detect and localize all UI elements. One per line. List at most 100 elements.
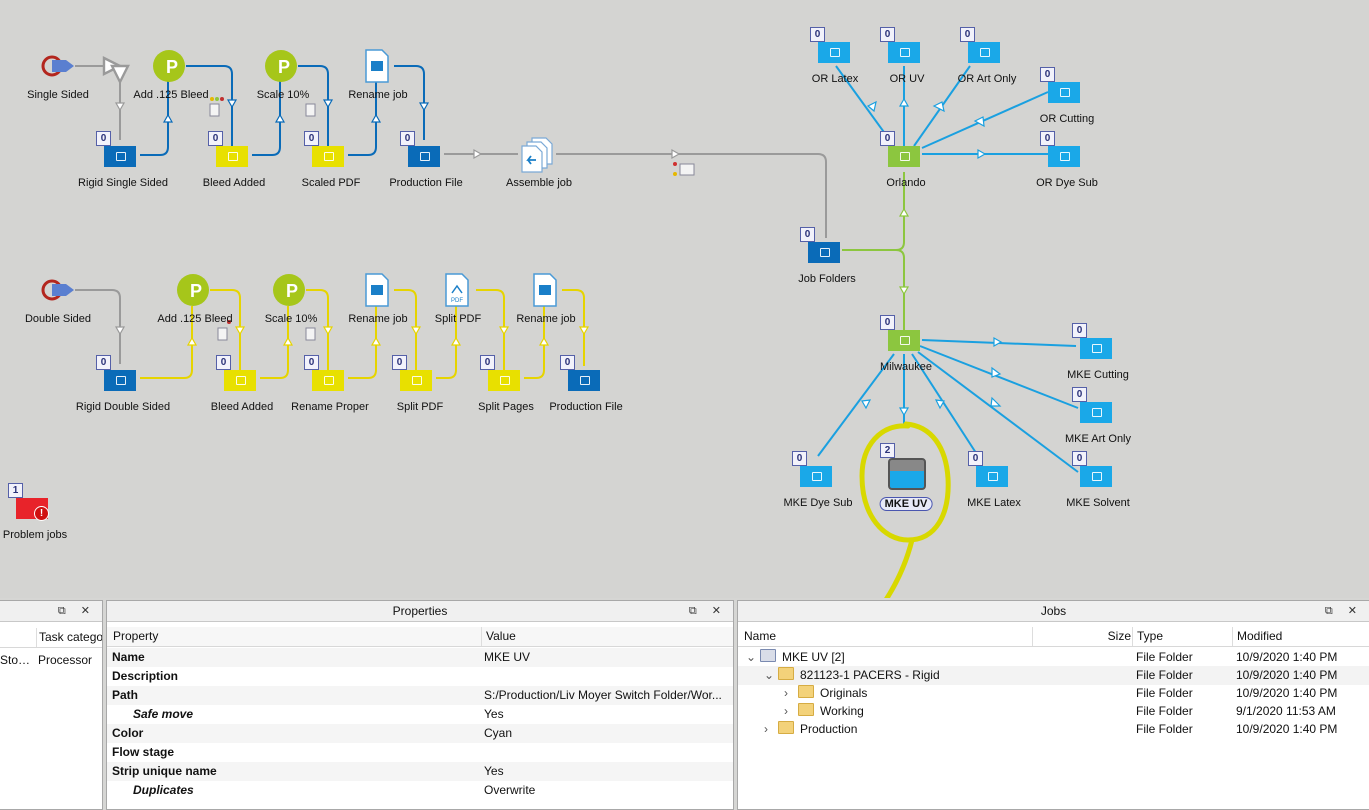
- folder-or-art-only[interactable]: [968, 42, 1000, 63]
- folder-or-uv[interactable]: [888, 42, 920, 63]
- node-label-rename-job-2[interactable]: Rename job: [348, 313, 407, 325]
- folder-rename-proper[interactable]: [312, 370, 344, 391]
- folder-split-pages[interactable]: [488, 370, 520, 391]
- expand-chevron-icon[interactable]: ⌄: [764, 666, 778, 685]
- node-label-mke-cutting[interactable]: MKE Cutting: [1067, 369, 1129, 381]
- col-modified[interactable]: Modified: [1232, 627, 1369, 646]
- node-label-rename-proper[interactable]: Rename Proper: [291, 401, 369, 413]
- expand-chevron-icon[interactable]: ⌄: [746, 648, 760, 667]
- property-row[interactable]: Color Cyan: [107, 724, 733, 743]
- col-type[interactable]: Type: [1132, 627, 1235, 646]
- folder-mke-dye-sub[interactable]: [800, 466, 832, 487]
- panel-float-close-icons[interactable]: ⧉ ✕: [1325, 601, 1363, 621]
- node-label-or-uv[interactable]: OR UV: [890, 73, 925, 85]
- node-label-rigid-double-sided[interactable]: Rigid Double Sided: [76, 401, 170, 413]
- node-label-production-file-1[interactable]: Production File: [389, 177, 462, 189]
- folder-bleed-added-1[interactable]: [216, 146, 248, 167]
- folder-mke-uv[interactable]: [888, 458, 926, 490]
- node-label-orlando[interactable]: Orlando: [886, 177, 925, 189]
- folder-orlando[interactable]: [888, 146, 920, 167]
- folder-rigid-double-sided[interactable]: [104, 370, 136, 391]
- folder-mke-latex[interactable]: [976, 466, 1008, 487]
- job-tree-row[interactable]: › Working File Folder 9/1/2020 11:53 AM: [738, 702, 1369, 721]
- node-label-rename-job-1[interactable]: Rename job: [348, 89, 407, 101]
- folder-icon: [798, 685, 814, 698]
- folder-scaled-pdf[interactable]: [312, 146, 344, 167]
- job-count-badge: 0: [968, 451, 983, 466]
- col-task-category[interactable]: Task catego: [36, 628, 102, 647]
- node-label-bleed-added-2[interactable]: Bleed Added: [211, 401, 273, 413]
- node-label-or-latex[interactable]: OR Latex: [812, 73, 858, 85]
- folder-bleed-added-2[interactable]: [224, 370, 256, 391]
- folder-production-file-1[interactable]: [408, 146, 440, 167]
- job-count-badge: 0: [1072, 387, 1087, 402]
- col-property[interactable]: Property: [113, 627, 473, 646]
- node-label-split-pdf-folder[interactable]: Split PDF: [397, 401, 443, 413]
- node-label-mke-dye-sub[interactable]: MKE Dye Sub: [783, 497, 852, 509]
- folder-milwaukee[interactable]: [888, 330, 920, 351]
- folder-mke-cutting[interactable]: [1080, 338, 1112, 359]
- job-tree-row[interactable]: ⌄ 821123-1 PACERS - Rigid File Folder 10/9/…: [738, 666, 1369, 685]
- node-label-double-sided[interactable]: Double Sided: [25, 313, 91, 325]
- lock-icon: [988, 472, 998, 481]
- flow-canvas[interactable]: P P P P PDF Single Sided Add .125 Bleed …: [0, 0, 1369, 598]
- folder-production-file-2[interactable]: [568, 370, 600, 391]
- expand-chevron-icon[interactable]: ›: [764, 720, 778, 739]
- property-row[interactable]: Duplicates Overwrite: [107, 781, 733, 800]
- job-tree-row[interactable]: › Production File Folder 10/9/2020 1:40 PM: [738, 720, 1369, 739]
- expand-chevron-icon[interactable]: ›: [784, 702, 798, 721]
- folder-job-folders[interactable]: [808, 242, 840, 263]
- node-label-job-folders[interactable]: Job Folders: [798, 273, 855, 285]
- node-label-split-pages[interactable]: Split Pages: [478, 401, 534, 413]
- property-row[interactable]: Name MKE UV: [107, 648, 733, 667]
- folder-or-cutting[interactable]: [1048, 82, 1080, 103]
- node-label-or-dye-sub[interactable]: OR Dye Sub: [1036, 177, 1098, 189]
- node-label-rigid-single-sided[interactable]: Rigid Single Sided: [78, 177, 168, 189]
- folder-mke-art-only[interactable]: [1080, 402, 1112, 423]
- node-label-or-cutting[interactable]: OR Cutting: [1040, 113, 1094, 125]
- job-tree-row[interactable]: › Originals File Folder 10/9/2020 1:40 PM: [738, 684, 1369, 703]
- property-row[interactable]: Description: [107, 667, 733, 686]
- node-label-mke-art-only[interactable]: MKE Art Only: [1065, 433, 1131, 445]
- folder-split-pdf-folder[interactable]: [400, 370, 432, 391]
- job-count-badge: 0: [400, 131, 415, 146]
- node-label-or-art-only[interactable]: OR Art Only: [958, 73, 1017, 85]
- node-label-problem-jobs[interactable]: Problem jobs: [3, 529, 67, 541]
- hot-folder-icon: [760, 649, 776, 662]
- folder-problem-jobs[interactable]: !: [16, 498, 49, 521]
- node-label-mke-uv[interactable]: MKE UV: [879, 497, 933, 511]
- col-size[interactable]: Size: [1032, 627, 1133, 646]
- node-label-milwaukee[interactable]: Milwaukee: [880, 361, 932, 373]
- job-count-badge: 0: [480, 355, 495, 370]
- node-label-production-file-2[interactable]: Production File: [549, 401, 622, 413]
- node-label-rename-job-3[interactable]: Rename job: [516, 313, 575, 325]
- property-row[interactable]: Safe move Yes: [107, 705, 733, 724]
- node-label-single-sided[interactable]: Single Sided: [27, 89, 89, 101]
- node-label-mke-latex[interactable]: MKE Latex: [967, 497, 1021, 509]
- table-row[interactable]: Stop... Processor: [0, 651, 102, 670]
- node-label-assemble-job[interactable]: Assemble job: [506, 177, 572, 189]
- folder-or-dye-sub[interactable]: [1048, 146, 1080, 167]
- col-value[interactable]: Value: [481, 627, 733, 646]
- node-label-add-bleed-2[interactable]: Add .125 Bleed: [157, 313, 232, 325]
- panel-float-close-icons[interactable]: ⧉ ✕: [689, 601, 727, 621]
- property-row[interactable]: Strip unique name Yes: [107, 762, 733, 781]
- property-row[interactable]: Path S:/Production/Liv Moyer Switch Folde…: [107, 686, 733, 705]
- folder-icon: [778, 721, 794, 734]
- expand-chevron-icon[interactable]: ›: [784, 684, 798, 703]
- node-label-split-pdf-tool[interactable]: Split PDF: [435, 313, 481, 325]
- panel-float-close-icons[interactable]: ⧉ ✕: [58, 601, 96, 621]
- col-name[interactable]: Name: [744, 627, 1024, 646]
- folder-mke-solvent[interactable]: [1080, 466, 1112, 487]
- folder-rigid-single-sided[interactable]: [104, 146, 136, 167]
- node-label-scale-2[interactable]: Scale 10%: [265, 313, 318, 325]
- folder-or-latex[interactable]: [818, 42, 850, 63]
- node-label-add-bleed-1[interactable]: Add .125 Bleed: [133, 89, 208, 101]
- property-row[interactable]: Flow stage: [107, 743, 733, 762]
- folder-icon: [778, 667, 794, 680]
- node-label-mke-solvent[interactable]: MKE Solvent: [1066, 497, 1130, 509]
- node-label-bleed-added-1[interactable]: Bleed Added: [203, 177, 265, 189]
- node-label-scale-1[interactable]: Scale 10%: [257, 89, 310, 101]
- node-label-scaled-pdf[interactable]: Scaled PDF: [302, 177, 361, 189]
- job-tree-row[interactable]: ⌄ MKE UV [2] File Folder 10/9/2020 1:40 PM: [738, 648, 1369, 667]
